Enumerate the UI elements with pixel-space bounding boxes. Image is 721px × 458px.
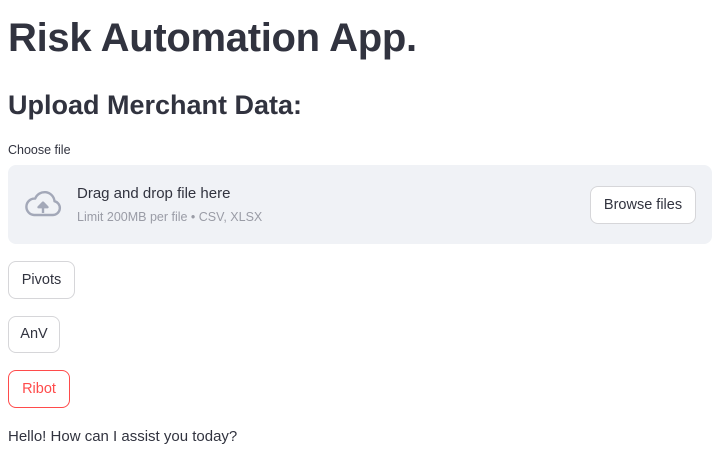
file-dropzone[interactable]: Drag and drop file here Limit 200MB per … bbox=[8, 165, 712, 244]
pivots-button[interactable]: Pivots bbox=[8, 261, 75, 299]
ribot-button[interactable]: Ribot bbox=[8, 370, 70, 408]
file-uploader-label: Choose file bbox=[8, 143, 71, 157]
browse-files-button[interactable]: Browse files bbox=[590, 186, 696, 224]
dropzone-instruction: Drag and drop file here bbox=[77, 185, 231, 202]
anv-button[interactable]: AnV bbox=[8, 316, 60, 353]
dropzone-text: Drag and drop file here Limit 200MB per … bbox=[77, 184, 262, 225]
upload-section-heading: Upload Merchant Data: bbox=[8, 90, 303, 120]
cloud-upload-icon bbox=[25, 190, 62, 217]
assistant-message: Hello! How can I assist you today? bbox=[8, 428, 238, 445]
dropzone-limit-text: Limit 200MB per file • CSV, XLSX bbox=[77, 210, 263, 224]
app-title: Risk Automation App. bbox=[8, 16, 417, 60]
